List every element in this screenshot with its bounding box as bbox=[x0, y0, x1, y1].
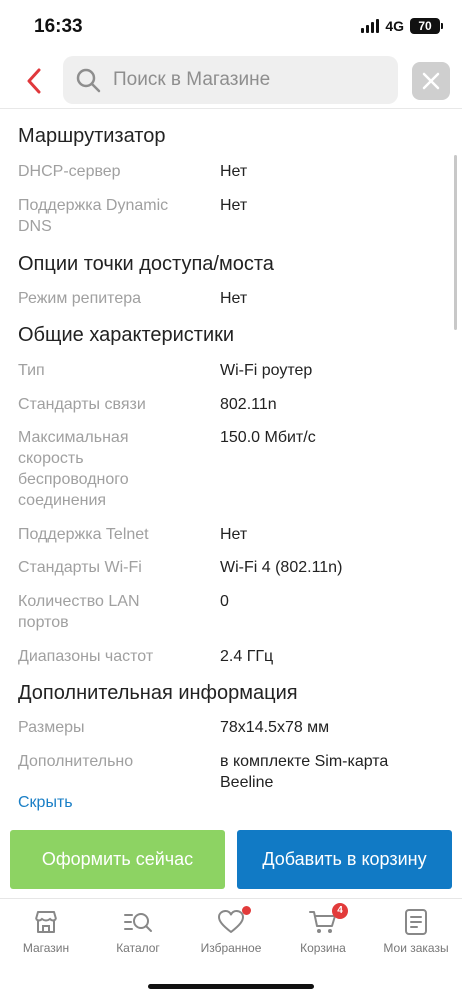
cart-badge: 4 bbox=[332, 903, 348, 919]
spec-label: Режим репитера bbox=[18, 290, 142, 307]
back-button[interactable] bbox=[20, 66, 48, 96]
spec-value: Wi-Fi роутер bbox=[220, 362, 313, 379]
status-bar: 16:33 4G 70 bbox=[0, 0, 462, 52]
status-time: 16:33 bbox=[34, 16, 83, 37]
tab-my-orders[interactable]: Мои заказы bbox=[370, 907, 462, 967]
header-divider bbox=[0, 108, 462, 109]
spec-value: 0 bbox=[220, 593, 229, 610]
spec-value: 150.0 Мбит/с bbox=[220, 429, 316, 446]
tab-label: Мои заказы bbox=[383, 941, 449, 955]
cart-icon: 4 bbox=[308, 903, 348, 937]
spec-value: Нет bbox=[220, 526, 248, 543]
spec-label: DHCP-сервер bbox=[18, 163, 121, 180]
close-icon bbox=[422, 72, 440, 90]
spec-value: 78x14.5x78 мм bbox=[220, 719, 330, 736]
tab-label: Избранное bbox=[200, 941, 262, 955]
specifications-list[interactable]: Маршрутизатор DHCP-сервер Нет Поддержка … bbox=[0, 110, 462, 822]
search-input[interactable] bbox=[113, 69, 373, 91]
tab-catalog[interactable]: Каталог bbox=[92, 907, 184, 967]
home-indicator[interactable] bbox=[148, 984, 314, 989]
tab-label: Корзина bbox=[300, 941, 346, 955]
tab-favorites[interactable]: Избранное bbox=[185, 906, 277, 967]
chevron-left-icon bbox=[27, 68, 41, 94]
spec-label: Стандарты связи bbox=[18, 396, 146, 413]
spec-label: Поддержка Telnet bbox=[18, 526, 149, 543]
orders-icon bbox=[401, 907, 431, 937]
spec-label: Количество LAN портов bbox=[18, 593, 140, 631]
spec-value: 2.4 ГГц bbox=[220, 648, 274, 665]
section-title: Дополнительная информация bbox=[18, 682, 298, 704]
heart-icon bbox=[216, 906, 251, 937]
spec-label: Тип bbox=[18, 362, 45, 379]
network-type: 4G bbox=[385, 18, 404, 34]
spec-label: Размеры bbox=[18, 719, 85, 736]
search-header bbox=[0, 56, 462, 106]
notification-dot bbox=[242, 906, 251, 915]
tab-label: Каталог bbox=[116, 941, 160, 955]
tab-store[interactable]: Магазин bbox=[0, 907, 92, 967]
search-box[interactable] bbox=[63, 56, 398, 104]
spec-value: в комплекте Sim-карта Beeline bbox=[220, 753, 389, 791]
catalog-search-icon bbox=[123, 907, 153, 937]
spec-value: Нет bbox=[220, 197, 248, 214]
signal-icon bbox=[361, 19, 380, 33]
spec-value: 802.11n bbox=[220, 396, 277, 413]
battery-icon: 70 bbox=[410, 18, 443, 34]
status-indicators: 4G 70 bbox=[361, 18, 443, 34]
spec-label: Поддержка Dynamic DNS bbox=[18, 197, 169, 235]
add-to-cart-button[interactable]: Добавить в корзину bbox=[237, 830, 452, 889]
checkout-now-button[interactable]: Оформить сейчас bbox=[10, 830, 225, 889]
spec-value: Wi-Fi 4 (802.11n) bbox=[220, 559, 343, 576]
spec-label: Дополнительно bbox=[18, 753, 134, 770]
section-title: Маршрутизатор bbox=[18, 125, 166, 147]
spec-label: Стандарты Wi-Fi bbox=[18, 559, 142, 576]
section-title: Общие характеристики bbox=[18, 324, 235, 346]
spec-label: Диапазоны частот bbox=[18, 648, 154, 665]
spec-value: Нет bbox=[220, 290, 248, 307]
search-icon bbox=[76, 68, 101, 93]
bottom-tab-bar: Магазин Каталог Избранное 4 Корзина Мои … bbox=[0, 898, 462, 968]
spec-label: Максимальная скорость беспроводного соед… bbox=[18, 429, 129, 509]
close-button[interactable] bbox=[412, 62, 450, 100]
tab-label: Магазин bbox=[22, 941, 70, 955]
spec-value: Нет bbox=[220, 163, 248, 180]
section-title: Опции точки доступа/моста bbox=[18, 253, 274, 275]
action-buttons: Оформить сейчас Добавить в корзину bbox=[0, 830, 462, 890]
tab-cart[interactable]: 4 Корзина bbox=[277, 903, 369, 967]
store-icon bbox=[31, 907, 61, 937]
hide-link[interactable]: Скрыть bbox=[18, 794, 73, 812]
scrollbar[interactable] bbox=[454, 155, 457, 330]
